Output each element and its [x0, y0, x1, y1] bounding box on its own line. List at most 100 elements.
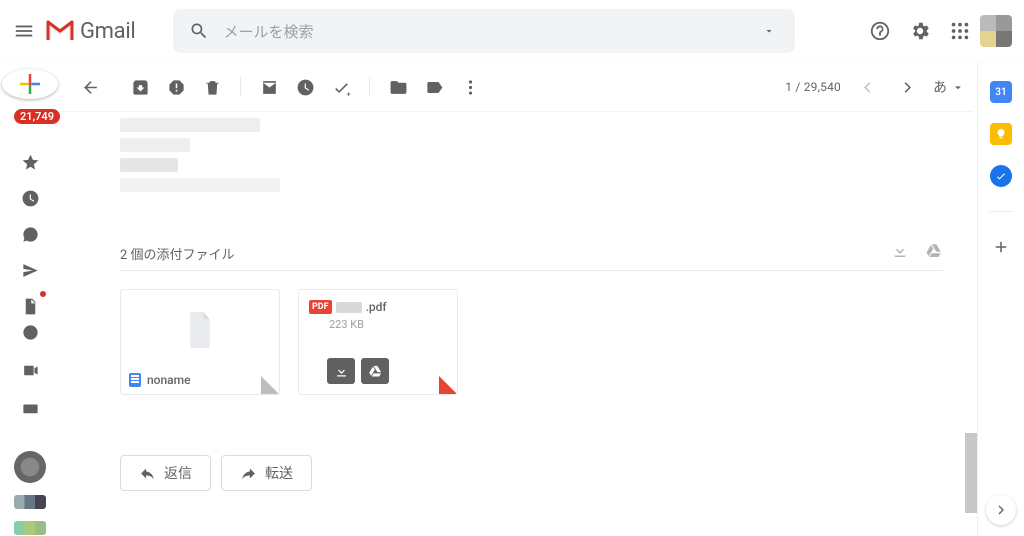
left-rail: 21,749 [0, 63, 60, 536]
caret-down-icon [951, 78, 965, 97]
search-options-button[interactable] [749, 25, 789, 37]
help-icon [869, 20, 891, 42]
clock-icon [21, 189, 40, 208]
message-body: 2 個の添付ファイル noname [60, 118, 973, 491]
archive-button[interactable] [122, 69, 158, 105]
send-icon [21, 261, 40, 280]
chat-bubble-icon [21, 225, 40, 244]
settings-button[interactable] [900, 11, 940, 51]
hangouts-video[interactable] [10, 357, 50, 383]
input-lang-label: あ [929, 77, 951, 97]
download-icon [891, 242, 909, 260]
trash-icon [203, 78, 222, 97]
forward-label: 転送 [265, 463, 293, 483]
main-layout: 21,749 [0, 63, 1024, 536]
drive-icon [368, 364, 383, 379]
clock-icon [296, 78, 315, 97]
sidebar-starred[interactable] [10, 149, 50, 175]
drafts-indicator [40, 291, 46, 297]
hangouts-chat[interactable] [10, 319, 50, 345]
labels-button[interactable] [416, 69, 452, 105]
speech-icon [21, 323, 40, 342]
main-menu-button[interactable] [4, 11, 44, 51]
save-all-drive-button[interactable] [925, 242, 943, 264]
report-spam-icon [167, 78, 186, 97]
back-button[interactable] [72, 69, 108, 105]
drive-icon [925, 242, 943, 260]
plus-multicolor-icon [15, 69, 45, 99]
video-icon [21, 361, 40, 380]
plus-icon [992, 238, 1010, 256]
calendar-addon[interactable]: 31 [990, 81, 1012, 103]
action-toolbar: 1 / 29,540 あ [60, 63, 973, 112]
reply-button[interactable]: 返信 [120, 455, 211, 491]
reply-icon [139, 465, 156, 482]
calendar-day-label: 31 [995, 87, 1006, 98]
account-avatar[interactable] [980, 15, 1012, 47]
mark-unread-button[interactable] [251, 69, 287, 105]
gear-icon [909, 20, 931, 42]
hangouts-contact-3[interactable] [14, 521, 46, 535]
forward-button[interactable]: 転送 [221, 455, 312, 491]
gmail-m-icon [46, 20, 74, 42]
spam-button[interactable] [158, 69, 194, 105]
add-task-button[interactable] [323, 69, 359, 105]
side-panel: 31 [978, 63, 1024, 536]
download-icon [334, 364, 349, 379]
keep-addon[interactable] [990, 123, 1012, 145]
get-addons-button[interactable] [990, 236, 1012, 258]
attachment-card[interactable]: noname [120, 289, 280, 395]
sidebar-chat[interactable] [10, 221, 50, 247]
support-button[interactable] [860, 11, 900, 51]
search-bar[interactable]: メールを検索 [173, 9, 795, 53]
hangouts-keyboard[interactable] [10, 395, 50, 421]
more-vert-icon [461, 78, 480, 97]
download-all-button[interactable] [891, 242, 909, 264]
task-icon [332, 78, 351, 97]
message-content-redacted [120, 118, 943, 192]
sidebar-snoozed[interactable] [10, 185, 50, 211]
caret-down-icon [763, 25, 775, 37]
archive-icon [131, 78, 150, 97]
app-header: Gmail メールを検索 [0, 0, 1024, 63]
snooze-button[interactable] [287, 69, 323, 105]
check-icon [995, 170, 1007, 182]
delete-button[interactable] [194, 69, 230, 105]
attachment-name: .pdf [366, 300, 387, 314]
google-apps-button[interactable] [940, 11, 980, 51]
scrollbar[interactable] [965, 433, 977, 513]
hangouts-contact-2[interactable] [14, 495, 46, 509]
chevron-left-icon [858, 78, 877, 97]
keyboard-icon [21, 399, 40, 418]
next-button[interactable] [889, 69, 925, 105]
hamburger-icon [13, 20, 35, 42]
sidebar-drafts[interactable] [10, 293, 50, 319]
more-button[interactable] [452, 69, 488, 105]
collapse-side-panel-button[interactable] [986, 495, 1016, 525]
star-icon [21, 153, 40, 172]
attachment-size: 223 KB [329, 318, 364, 331]
reply-label: 返信 [164, 463, 192, 483]
arrow-left-icon [81, 78, 100, 97]
tasks-addon[interactable] [990, 165, 1012, 187]
forward-icon [240, 465, 257, 482]
attachment-card[interactable]: PDF .pdf 223 KB [298, 289, 458, 395]
sidebar-inbox[interactable]: 21,749 [10, 113, 50, 139]
attachment-download-button[interactable] [327, 358, 355, 384]
prev-button[interactable] [849, 69, 885, 105]
move-to-button[interactable] [380, 69, 416, 105]
gmail-logo[interactable]: Gmail [46, 19, 135, 44]
hangouts-contact-1[interactable] [14, 451, 46, 483]
generic-file-icon [185, 312, 215, 352]
search-icon[interactable] [179, 11, 219, 51]
sidebar-sent[interactable] [10, 257, 50, 283]
search-placeholder: メールを検索 [223, 21, 749, 42]
mail-icon [260, 78, 279, 97]
label-icon [425, 78, 444, 97]
attachment-save-drive-button[interactable] [361, 358, 389, 384]
compose-button[interactable] [2, 69, 58, 99]
apps-grid-icon [949, 20, 971, 42]
input-tools-button[interactable]: あ [929, 69, 965, 105]
file-icon [21, 297, 40, 316]
attachments-title: 2 個の添付ファイル [120, 244, 235, 263]
